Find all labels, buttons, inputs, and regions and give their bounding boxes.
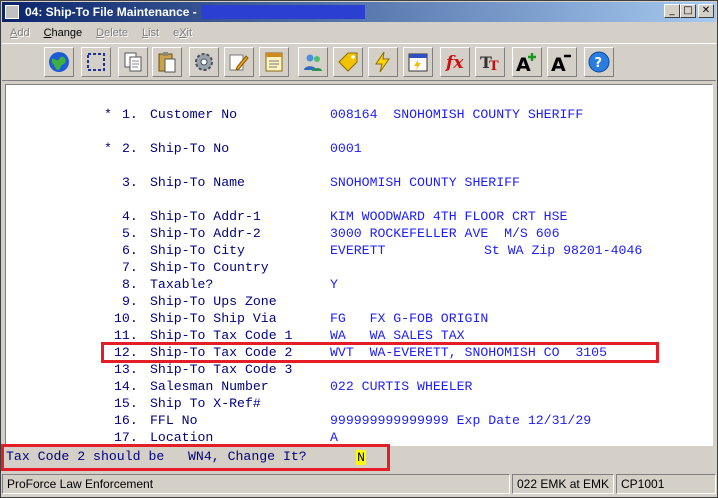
required-marker: * [104, 141, 112, 156]
edit-icon[interactable] [224, 47, 254, 77]
field-value: 3000 ROCKEFELLER AVE M/S 606 [330, 226, 560, 241]
status-bar: ProForce Law Enforcement 022 EMK at EMK … [2, 474, 716, 496]
field-label: Customer No [150, 107, 238, 122]
field-value: 022 CURTIS WHEELER [330, 379, 473, 394]
field-row-15[interactable]: 15. Ship To X-Ref# [6, 396, 706, 412]
field-number: 3. [122, 175, 138, 190]
field-value: 0001 [330, 141, 362, 156]
field-label: Salesman Number [150, 379, 269, 394]
font-larger-icon[interactable]: A [512, 47, 542, 77]
field-row-10[interactable]: 10. Ship-To Ship Via FG FX G-FOB ORIGIN [6, 311, 706, 327]
field-label: Ship To X-Ref# [150, 396, 261, 411]
field-label: Ship-To City [150, 243, 245, 258]
title-redacted-block [200, 5, 365, 19]
field-value: 008164 SNOHOMISH COUNTY SHERIFF [330, 107, 584, 122]
users-icon[interactable] [298, 47, 328, 77]
field-label: Ship-To Addr-2 [150, 226, 261, 241]
function-icon[interactable]: fx [440, 47, 470, 77]
menu-change[interactable]: Change [36, 27, 89, 39]
svg-text:A: A [551, 54, 566, 74]
window-title: 04: Ship-To File Maintenance - [25, 5, 197, 19]
status-user: 022 EMK at EMK [512, 474, 614, 494]
maximize-button[interactable]: □ [680, 4, 696, 18]
field-value: SNOHOMISH COUNTY SHERIFF [330, 175, 520, 190]
svg-text:?: ? [595, 56, 603, 71]
field-value: 999999999999999 Exp Date 12/31/29 [330, 413, 592, 428]
field-extra-value: St WA Zip 98201-4046 [484, 243, 643, 258]
field-label: FFL No [150, 413, 198, 428]
field-label: Ship-To Addr-1 [150, 209, 261, 224]
app-icon [5, 5, 19, 19]
field-number: 14. [114, 379, 138, 394]
tag-icon[interactable] [333, 47, 363, 77]
field-row-16[interactable]: 16. FFL No 999999999999999 Exp Date 12/31/… [6, 413, 706, 429]
field-label: Ship-To No [150, 141, 230, 156]
close-button[interactable]: ✕ [698, 4, 714, 18]
field-number: 10. [114, 311, 138, 326]
field-row-6[interactable]: 6. Ship-To City EVERETT St WA Zip 98201-404… [6, 243, 706, 259]
field-row-14[interactable]: 14. Salesman Number 022 CURTIS WHEELER [6, 379, 706, 395]
title-bar[interactable]: 04: Ship-To File Maintenance - _ □ ✕ [2, 2, 716, 22]
prompt-highlight [1, 444, 390, 471]
field-row-3[interactable]: 3. Ship-To Name SNOHOMISH COUNTY SHERIFF [6, 175, 706, 191]
field-number: 2. [122, 141, 138, 156]
svg-text:fx: fx [445, 53, 464, 73]
font-smaller-icon[interactable]: A [547, 47, 577, 77]
svg-text:T: T [489, 59, 499, 74]
field-row-8[interactable]: 8. Taxable? Y [6, 277, 706, 293]
field-number: 6. [122, 243, 138, 258]
field-row-2[interactable]: * 2. Ship-To No 0001 [6, 141, 706, 157]
globe-icon[interactable] [44, 47, 74, 77]
lightning-icon[interactable] [368, 47, 398, 77]
field-label: Ship-To Ship Via [150, 311, 277, 326]
status-company: ProForce Law Enforcement [2, 474, 510, 494]
help-icon[interactable]: ? [584, 47, 614, 77]
field-row-4[interactable]: 4. Ship-To Addr-1 KIM WOODWARD 4TH FLOOR C… [6, 209, 706, 225]
paste-icon[interactable] [152, 47, 182, 77]
field-label: Ship-To Name [150, 175, 245, 190]
field-number: 1. [122, 107, 138, 122]
font-icon[interactable]: TT [475, 47, 505, 77]
field-label: Taxable? [150, 277, 214, 292]
field-row-7[interactable]: 7. Ship-To Country [6, 260, 706, 276]
menu-add[interactable]: Add [2, 27, 36, 39]
field-value: KIM WOODWARD 4TH FLOOR CRT HSE [330, 209, 568, 224]
menu-list[interactable]: List [134, 27, 165, 39]
menu-bar: Add Change Delete List eXit [2, 23, 716, 42]
notepad-icon[interactable] [259, 47, 289, 77]
required-marker: * [104, 107, 112, 122]
terminal-screen: * 1. Customer No 008164 SNOHOMISH COUNTY SH… [5, 84, 713, 446]
status-code: CP1001 [616, 474, 716, 494]
copy-icon[interactable] [118, 47, 148, 77]
field-number: 4. [122, 209, 138, 224]
field-number: 5. [122, 226, 138, 241]
toolbar: fx TT A A ? [2, 43, 716, 81]
select-icon[interactable] [81, 47, 111, 77]
calendar-icon[interactable] [403, 47, 433, 77]
field-label: Ship-To Tax Code 3 [150, 362, 293, 377]
field-label: Ship-To Country [150, 260, 269, 275]
field-row-5[interactable]: 5. Ship-To Addr-2 3000 ROCKEFELLER AVE M/S… [6, 226, 706, 242]
field-row-9[interactable]: 9. Ship-To Ups Zone [6, 294, 706, 310]
field-number: 7. [122, 260, 138, 275]
field-value: Y [330, 277, 338, 292]
field-label: Ship-To Ups Zone [150, 294, 277, 309]
field-number: 8. [122, 277, 138, 292]
settings-icon[interactable] [189, 47, 219, 77]
field-value: FG FX G-FOB ORIGIN [330, 311, 489, 326]
field-number: 13. [114, 362, 138, 377]
field-row-13[interactable]: 13. Ship-To Tax Code 3 [6, 362, 706, 378]
menu-delete[interactable]: Delete [88, 27, 134, 39]
field-row-1[interactable]: * 1. Customer No 008164 SNOHOMISH COUNTY SH… [6, 107, 706, 123]
menu-exit[interactable]: eXit [165, 27, 198, 39]
ship-to-maintenance-window: 04: Ship-To File Maintenance - _ □ ✕ Add… [0, 0, 718, 498]
field-value: EVERETT [330, 243, 386, 258]
field-number: 9. [122, 294, 138, 309]
field-number: 15. [114, 396, 138, 411]
minimize-button[interactable]: _ [664, 4, 680, 18]
tax-code-2-highlight [101, 342, 659, 363]
field-number: 16. [114, 413, 138, 428]
